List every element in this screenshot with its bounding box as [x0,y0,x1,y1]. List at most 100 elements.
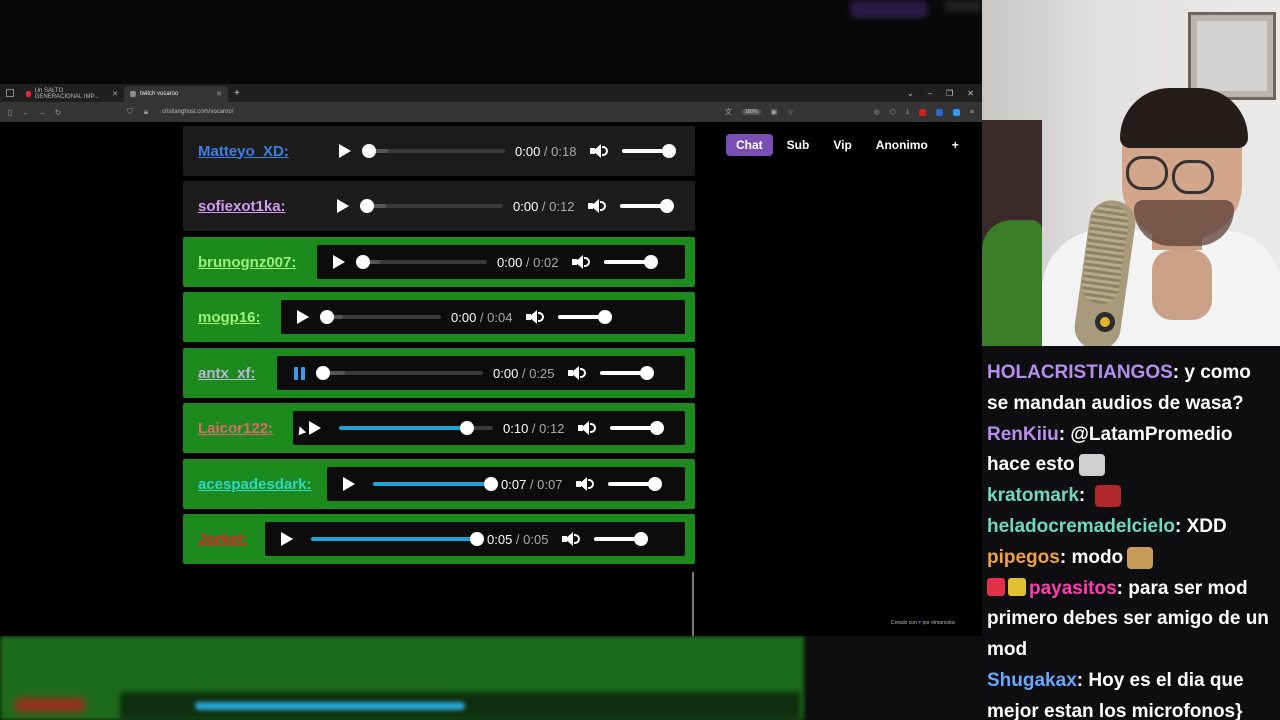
minimize-icon[interactable]: – [928,89,932,98]
audio-username-link[interactable]: mogp16: [198,309,261,326]
audio-username-link[interactable]: brunognz007: [198,254,296,271]
volume-handle[interactable] [598,310,613,324]
audio-username-link[interactable]: Jorkel: [198,531,247,548]
bookmark-star-icon[interactable]: ☆ [787,108,793,116]
filter-add-button[interactable]: + [942,134,969,156]
volume-icon[interactable] [572,255,591,269]
sidebar-icon[interactable]: ▯ [4,108,16,117]
close-tab-icon[interactable]: ✕ [112,90,118,98]
audio-player: 0:05 / 0:05 [265,522,685,556]
zoom-indicator[interactable]: 100% [741,109,761,115]
seek-handle[interactable] [356,255,370,269]
red-extension-icon[interactable] [918,108,926,116]
translate-icon[interactable]: 文 [725,107,732,117]
volume-icon[interactable] [568,366,587,380]
forward-icon[interactable]: → [36,108,48,117]
play-button[interactable] [327,255,351,269]
volume-icon[interactable] [526,310,545,324]
blue-extension-icon[interactable] [935,108,943,116]
tab-list-icon[interactable]: ⌄ [907,89,914,98]
volume-slider[interactable] [600,366,655,380]
seek-slider[interactable] [320,310,441,324]
play-button[interactable] [275,532,299,546]
reader-icon[interactable]: ▣ [771,108,778,116]
volume-slider[interactable] [604,255,659,269]
close-window-icon[interactable]: ✕ [967,89,974,98]
volume-handle[interactable] [662,144,677,158]
chat-username[interactable]: RenKiiu [987,424,1059,445]
volume-handle[interactable] [648,477,663,491]
seek-handle[interactable] [362,144,376,158]
seek-slider[interactable] [360,199,503,213]
volume-slider[interactable] [610,421,665,435]
volume-slider[interactable] [620,199,675,213]
seek-handle[interactable] [459,421,474,435]
pause-button[interactable] [287,366,311,380]
volume-handle[interactable] [644,255,659,269]
audio-username-link[interactable]: acespadesdark: [198,476,311,493]
volume-slider[interactable] [608,477,663,491]
seek-slider[interactable] [316,366,483,380]
chat-username[interactable]: pipegos [987,547,1060,568]
volume-slider[interactable] [594,532,649,546]
chat-username[interactable]: heladocremadelcielo [987,516,1175,537]
chat-username[interactable]: kratomark [987,485,1079,506]
audio-username-link[interactable]: sofiexot1ka: [198,198,286,215]
volume-slider[interactable] [622,144,677,158]
volume-icon[interactable] [562,532,581,546]
chat-username[interactable]: Shugakax [987,670,1077,691]
seek-slider[interactable] [311,532,484,546]
volume-handle[interactable] [634,532,649,546]
play-button[interactable] [331,199,355,213]
stream-chat: HOLACRISTIANGOS: y como se mandan audios… [982,346,1280,720]
seek-handle[interactable] [320,310,334,324]
filter-chat-button[interactable]: Chat [726,134,773,156]
volume-handle[interactable] [660,199,675,213]
audio-username-link[interactable]: Matteyo_XD: [198,143,289,160]
play-button[interactable] [337,477,361,491]
list-scrollbar[interactable] [692,572,694,638]
volume-icon[interactable] [588,199,607,213]
chat-username[interactable]: HOLACRISTIANGOS [987,362,1173,383]
play-icon [339,144,351,158]
chat-username[interactable]: payasitos [1029,578,1117,599]
new-tab-icon[interactable]: + [234,88,240,99]
maximize-icon[interactable]: ❐ [946,89,953,98]
volume-icon[interactable] [590,144,609,158]
seek-slider[interactable] [339,421,493,435]
play-button[interactable] [333,144,357,158]
seek-slider[interactable] [356,255,487,269]
seek-handle[interactable] [316,366,330,380]
seek-handle[interactable] [484,477,498,491]
browser-tab[interactable]: Un SALTO GENERACIONAL IMP... ✕ [20,86,124,102]
volume-icon[interactable] [578,421,597,435]
download-icon[interactable]: ⤓ [906,108,909,116]
filter-anonimo-button[interactable]: Anonimo [866,134,938,156]
tab-overview-icon[interactable] [6,89,14,97]
tool-extension-icon[interactable] [952,108,960,116]
volume-slider[interactable] [558,310,613,324]
play-button[interactable] [291,310,315,324]
volume-handle[interactable] [640,366,655,380]
filter-vip-button[interactable]: Vip [823,134,861,156]
audio-row: sofiexot1ka: 0:00 / 0:12 [183,181,695,231]
audio-username-link[interactable]: Laicor122: [198,420,273,437]
url-field[interactable]: cristianghost.com/vocaroo/ [162,109,233,115]
menu-icon[interactable]: ≡ [970,109,974,116]
seek-slider[interactable] [373,477,498,491]
shield-extension-icon[interactable]: ◎ [874,108,880,116]
browser-tab-active[interactable]: twitch vocaroo ✕ [124,86,228,102]
puzzle-extension-icon[interactable]: ⬡ [890,108,896,116]
filter-sub-button[interactable]: Sub [777,134,820,156]
volume-handle[interactable] [650,421,665,435]
reload-icon[interactable]: ↻ [52,108,64,117]
audio-username-link[interactable]: antx_xf: [198,365,256,382]
seek-handle[interactable] [470,532,484,546]
blurred-username [15,698,85,712]
volume-icon[interactable] [576,477,595,491]
close-tab-icon[interactable]: ✕ [216,90,222,98]
play-button[interactable] [303,421,327,435]
seek-slider[interactable] [362,144,505,158]
seek-handle[interactable] [360,199,374,213]
back-icon[interactable]: ← [20,108,32,117]
